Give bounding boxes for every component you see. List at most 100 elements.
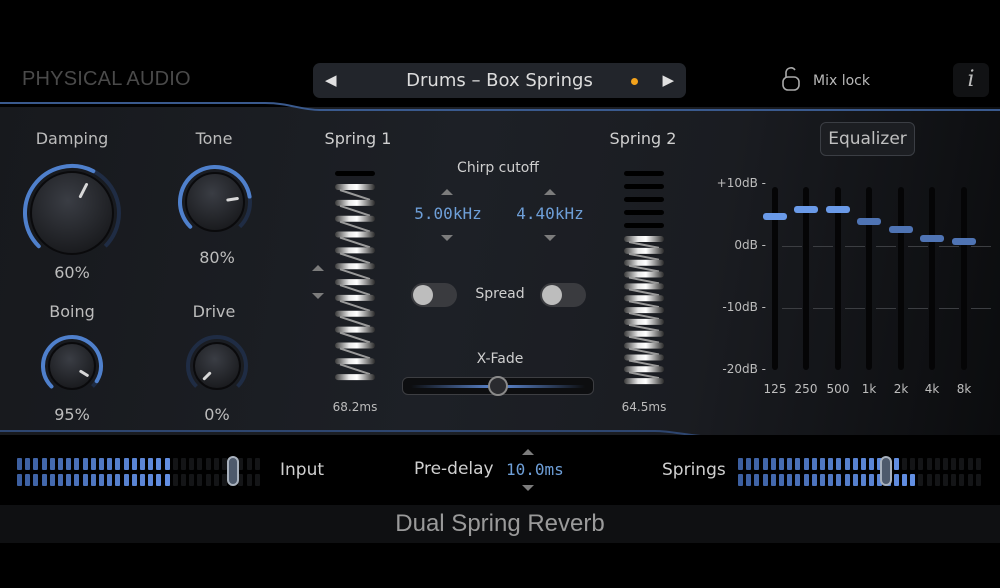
eq-gridline: [845, 246, 865, 247]
meter-segment: [49, 458, 55, 470]
eq-band-slider-4k[interactable]: [929, 187, 935, 370]
eq-gridline: [939, 308, 959, 309]
gain-fader-thumb[interactable]: [227, 456, 240, 486]
product-title: Dual Spring Reverb: [395, 510, 605, 537]
eq-gridline: [971, 246, 991, 247]
meter-segment: [17, 474, 22, 486]
increment-arrow-icon[interactable]: [522, 449, 534, 455]
spring-coil-link: [628, 312, 660, 320]
spring-cap: [335, 171, 375, 176]
meter-segment: [140, 474, 145, 486]
drive-knob[interactable]: [185, 334, 249, 398]
eq-band-slider-8k[interactable]: [961, 187, 967, 370]
tone-value: 80%: [199, 248, 235, 267]
meter-segment: [213, 458, 219, 470]
equalizer-button[interactable]: Equalizer: [820, 122, 915, 156]
eq-y-label: 0dB -: [734, 238, 766, 252]
meter-segment: [975, 474, 981, 486]
spring-coil-link: [339, 236, 371, 249]
meter-segment: [115, 458, 121, 470]
tone-knob[interactable]: [177, 164, 253, 240]
spring-coil-link: [339, 315, 371, 328]
spring-coil-link: [628, 347, 660, 356]
eq-band-handle[interactable]: [952, 238, 976, 246]
meter-segment: [951, 474, 957, 486]
eq-band-slider-2k[interactable]: [898, 187, 904, 370]
meter-segment: [803, 474, 809, 486]
spring-1-time-stepper[interactable]: [311, 265, 325, 299]
meter-segment: [205, 474, 211, 486]
toggle-thumb: [542, 285, 562, 305]
meter-segment: [844, 458, 850, 470]
mix-lock-label[interactable]: Mix lock: [813, 73, 870, 89]
boing-label: Boing: [49, 302, 95, 321]
boing-knob[interactable]: [40, 334, 104, 398]
preset-modified-indicator: [631, 78, 638, 85]
spring-coil-link: [628, 323, 660, 332]
meter-segment: [66, 458, 72, 470]
meter-segment: [975, 458, 981, 470]
eq-band-slider-250[interactable]: [803, 187, 809, 370]
meter-segment: [140, 458, 145, 470]
info-button[interactable]: i: [953, 63, 989, 97]
meter-segment: [164, 474, 170, 486]
xfade-thumb[interactable]: [488, 376, 508, 396]
gain-fader-thumb[interactable]: [879, 456, 892, 486]
spring-coil: [624, 378, 664, 385]
decrement-arrow-icon[interactable]: [441, 235, 453, 241]
spring-coil: [335, 231, 375, 238]
meter-segment: [25, 474, 31, 486]
predelay-value[interactable]: 10.0ms: [506, 460, 564, 479]
meter-segment: [148, 458, 154, 470]
eq-band-handle[interactable]: [794, 205, 818, 213]
input-meter[interactable]: [17, 455, 262, 487]
decrement-arrow-icon[interactable]: [522, 485, 534, 491]
eq-gridline: [782, 246, 802, 247]
meter-segment: [107, 458, 113, 470]
meter-segment: [738, 474, 743, 486]
spring-coil: [335, 358, 375, 365]
meter-segment: [918, 474, 924, 486]
springs-meter[interactable]: [738, 455, 983, 487]
meter-segment: [787, 458, 793, 470]
increment-arrow-icon[interactable]: [441, 189, 453, 195]
xfade-slider[interactable]: [402, 376, 594, 396]
meter-segment: [779, 474, 784, 486]
next-preset-button[interactable]: ▶: [662, 71, 674, 89]
eq-band-handle[interactable]: [826, 205, 850, 213]
eq-band-handle[interactable]: [920, 234, 944, 242]
chirp-cutoff-spring-1-value[interactable]: 5.00kHz: [403, 204, 493, 223]
spring-coil-link: [339, 252, 371, 265]
eq-band-slider-1k[interactable]: [866, 187, 872, 370]
eq-band-slider-500[interactable]: [835, 187, 841, 370]
drive-value: 0%: [204, 405, 230, 424]
decrement-arrow-icon[interactable]: [544, 235, 556, 241]
knob-body: [185, 172, 245, 232]
damping-knob[interactable]: [22, 163, 122, 263]
preset-selector[interactable]: ◀ Drums – Box Springs ▶: [313, 63, 686, 98]
spring-coil: [335, 247, 375, 254]
meter-segment: [131, 474, 137, 486]
meter-segment: [828, 458, 834, 470]
eq-band-handle[interactable]: [857, 218, 881, 226]
spring-coil: [335, 263, 375, 270]
spread-toggle-spring-1[interactable]: [411, 283, 457, 307]
eq-band-handle[interactable]: [763, 213, 787, 221]
spring-1-visual[interactable]: [334, 168, 376, 394]
decrement-arrow-icon[interactable]: [312, 293, 324, 299]
eq-gridline: [876, 308, 896, 309]
increment-arrow-icon[interactable]: [544, 189, 556, 195]
meter-segment: [820, 474, 825, 486]
spring-coil: [335, 184, 375, 190]
spring-coil: [335, 342, 375, 349]
lock-open-icon[interactable]: [781, 66, 801, 92]
spring-2-visual[interactable]: [623, 168, 665, 394]
spread-toggle-spring-2[interactable]: [540, 283, 586, 307]
meter-segment: [803, 458, 809, 470]
spring-coil: [335, 199, 375, 206]
eq-band-handle[interactable]: [889, 225, 913, 233]
spring-coil: [624, 247, 664, 254]
spring-coil-link: [628, 264, 660, 273]
chirp-cutoff-spring-2-value[interactable]: 4.40kHz: [505, 204, 595, 223]
increment-arrow-icon[interactable]: [312, 265, 324, 271]
